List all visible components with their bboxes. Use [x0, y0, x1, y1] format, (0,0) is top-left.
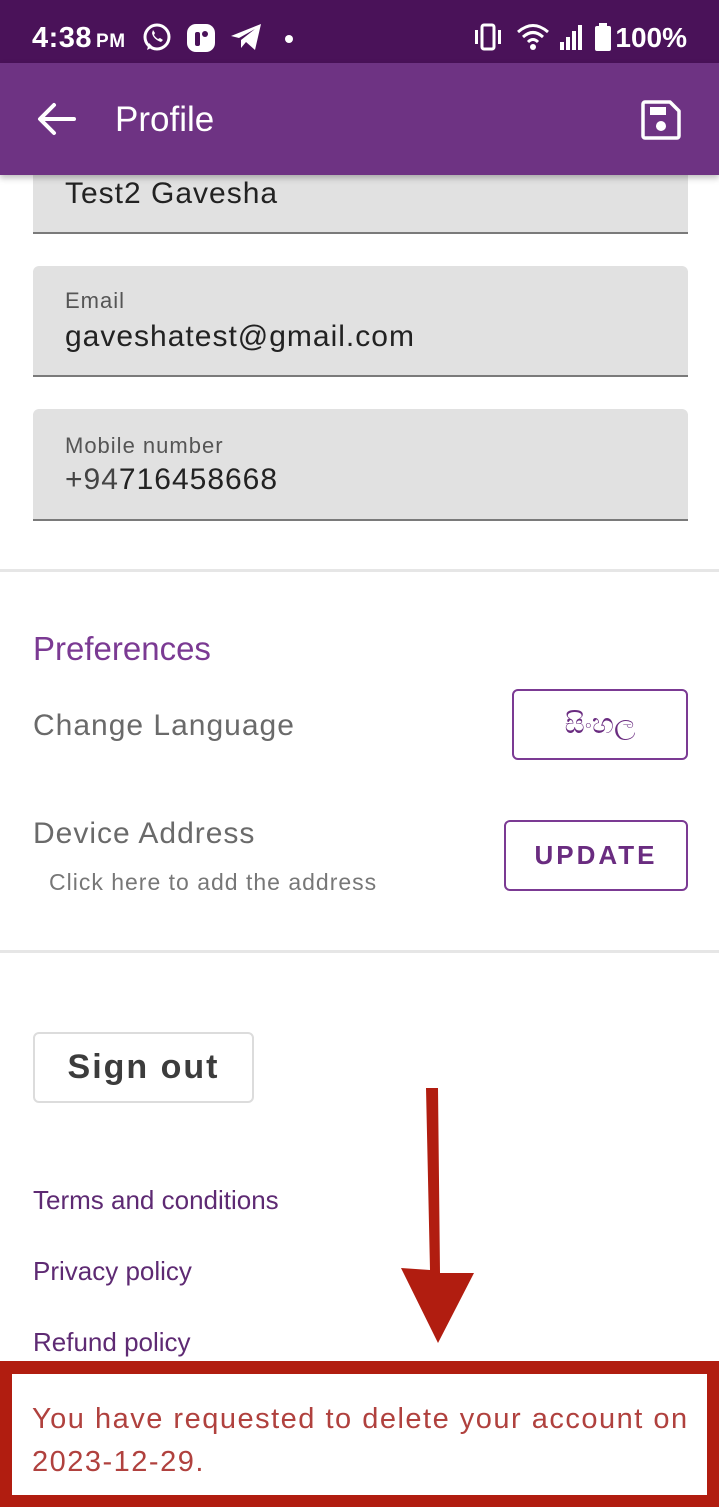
update-address-button[interactable]: UPDATE [504, 820, 688, 891]
email-field-value: gaveshatest@gmail.com [65, 320, 415, 353]
more-notifications-dot-icon [285, 35, 293, 43]
vibrate-icon [475, 23, 501, 51]
wifi-icon [517, 24, 549, 50]
terms-and-conditions-link[interactable]: Terms and conditions [33, 1185, 279, 1216]
signal-icon [560, 25, 582, 50]
name-field-value: Test2 Gavesha [65, 177, 279, 210]
mobile-number-value: +94716458668 [65, 463, 278, 497]
email-field[interactable]: Email gaveshatest@gmail.com [33, 266, 688, 377]
section-divider [0, 569, 719, 572]
country-code-prefix: +94 [65, 463, 119, 496]
email-field-label: Email [65, 288, 126, 313]
telegram-icon [231, 24, 261, 50]
account-deletion-notice-highlight: You have requested to delete your accoun… [0, 1361, 719, 1507]
battery-percentage: 100% [615, 22, 687, 53]
account-deletion-notice: You have requested to delete your accoun… [12, 1374, 707, 1495]
annotation-arrow-icon [401, 1088, 474, 1343]
app-bar: Profile [0, 63, 719, 175]
battery-icon [595, 23, 611, 51]
device-address-label: Device Address [33, 817, 256, 850]
preferences-heading: Preferences [33, 630, 211, 667]
status-time-value: 4:38 [32, 22, 93, 54]
mobile-number-field[interactable]: Mobile number +94716458668 [33, 409, 688, 521]
refund-policy-link[interactable]: Refund policy [33, 1327, 191, 1358]
status-bar: 4:38 PM 100% [0, 0, 719, 63]
privacy-policy-link[interactable]: Privacy policy [33, 1256, 192, 1287]
whatsapp-icon [143, 23, 171, 51]
language-toggle-button[interactable]: සිංහල [512, 689, 688, 760]
page-title: Profile [115, 100, 215, 139]
account-deletion-notice-text: You have requested to delete your accoun… [32, 1403, 689, 1478]
change-language-label: Change Language [33, 709, 295, 742]
app-notification-icon [187, 24, 215, 52]
save-icon[interactable] [640, 99, 682, 141]
mobile-number-digits: 716458668 [118, 463, 279, 496]
sign-out-button[interactable]: Sign out [33, 1032, 254, 1103]
section-divider [0, 950, 719, 953]
device-address-hint[interactable]: Click here to add the address [49, 869, 377, 896]
status-time: 4:38 PM [32, 22, 126, 55]
mobile-number-label: Mobile number [65, 433, 224, 458]
back-arrow-icon[interactable] [36, 101, 76, 137]
status-time-ampm: PM [96, 31, 126, 52]
